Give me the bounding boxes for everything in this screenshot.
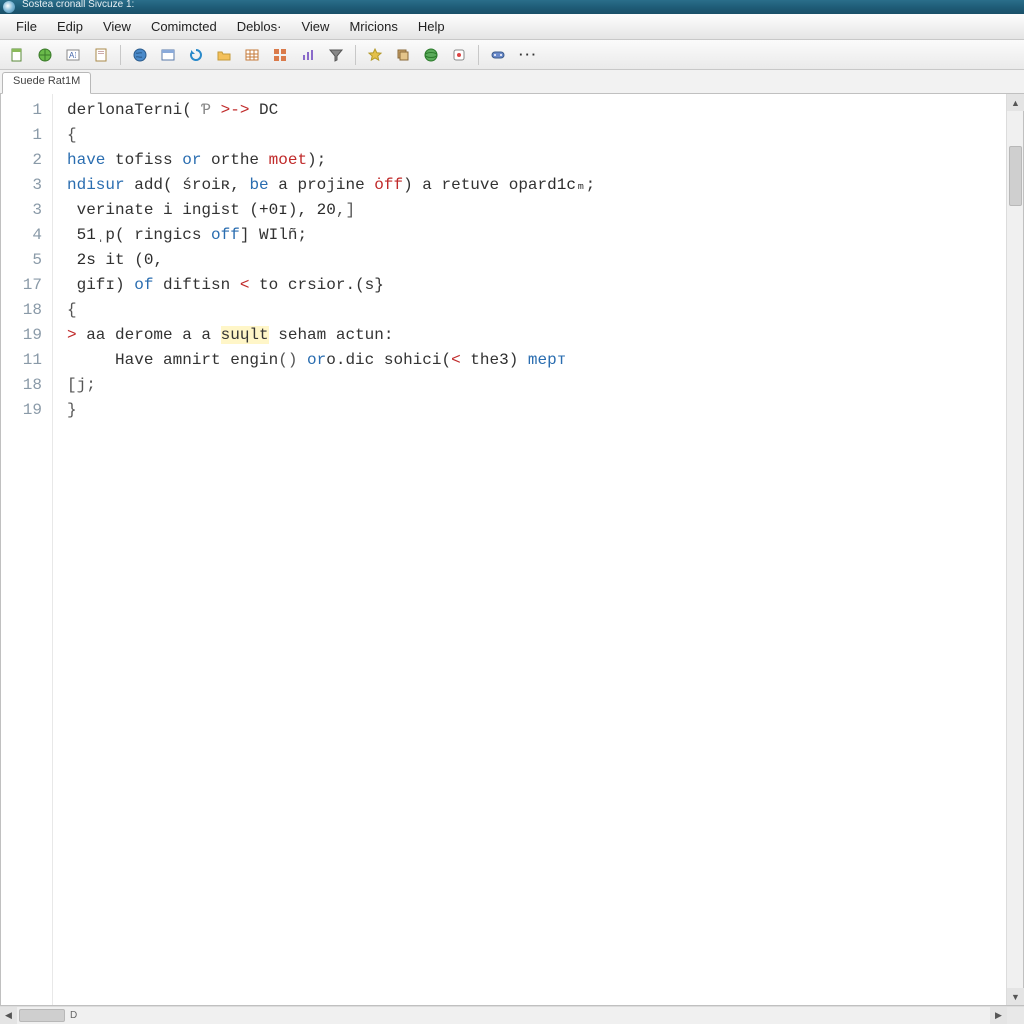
line-number: 3 xyxy=(1,198,52,223)
code-line[interactable]: Have amnirt engin() oro.dic sohici(< the… xyxy=(67,348,1006,373)
line-gutter: 1123345171819111819 xyxy=(1,94,53,1005)
earth-icon[interactable] xyxy=(420,44,442,66)
scroll-left-icon[interactable]: ◀ xyxy=(0,1007,17,1024)
tab-active[interactable]: Suede Rat1M xyxy=(2,72,91,94)
editor: 1123345171819111819 derlonaTerni( Ƥ >-> … xyxy=(0,94,1024,1006)
grid-icon[interactable] xyxy=(269,44,291,66)
vertical-scrollbar[interactable]: ▲ ▼ xyxy=(1006,94,1023,1005)
tabstrip: Suede Rat1M xyxy=(0,70,1024,94)
menu-edit[interactable]: Edip xyxy=(47,15,93,38)
globe-icon[interactable] xyxy=(34,44,56,66)
code-line[interactable]: { xyxy=(67,298,1006,323)
menu-mricions[interactable]: Mricions xyxy=(339,15,407,38)
line-number: 1 xyxy=(1,98,52,123)
star-icon[interactable] xyxy=(364,44,386,66)
line-number: 19 xyxy=(1,323,52,348)
window-icon[interactable] xyxy=(157,44,179,66)
badge-icon[interactable] xyxy=(448,44,470,66)
toolbar-separator xyxy=(355,45,356,65)
line-number: 11 xyxy=(1,348,52,373)
toolbar-separator xyxy=(120,45,121,65)
filter-icon[interactable] xyxy=(325,44,347,66)
toolbar-separator xyxy=(478,45,479,65)
scroll-thumb[interactable] xyxy=(1009,146,1022,206)
code-line[interactable]: gifɪ) of diftisn < to crsior.(s} xyxy=(67,273,1006,298)
svg-text:A⁞: A⁞ xyxy=(69,51,77,60)
toolbar-overflow[interactable]: ··· xyxy=(515,47,542,62)
menu-view[interactable]: View xyxy=(93,15,141,38)
window-title: Sostea cronall Sivcuze 1: xyxy=(22,0,134,10)
code-line[interactable]: verinate i ingist (+0ɪ), 20,] xyxy=(67,198,1006,223)
menu-file[interactable]: File xyxy=(6,15,47,38)
scroll-corner xyxy=(1007,1007,1024,1024)
stack-icon[interactable] xyxy=(392,44,414,66)
window-titlebar: Sostea cronall Sivcuze 1: xyxy=(0,0,1024,14)
menu-help[interactable]: Help xyxy=(408,15,455,38)
table-icon[interactable] xyxy=(241,44,263,66)
menu-view-2[interactable]: View xyxy=(291,15,339,38)
controller-icon[interactable] xyxy=(487,44,509,66)
code-line[interactable]: 51ˌp( ringics off] WIlñ; xyxy=(67,223,1006,248)
line-number: 18 xyxy=(1,373,52,398)
code-line[interactable]: derlonaTerni( Ƥ >-> DC xyxy=(67,98,1006,123)
new-file-icon[interactable] xyxy=(6,44,28,66)
code-line[interactable]: > aa derome a a suɥlt seham actun: xyxy=(67,323,1006,348)
line-number: 4 xyxy=(1,223,52,248)
scroll-right-icon[interactable]: ▶ xyxy=(990,1007,1007,1024)
code-line[interactable]: [j; xyxy=(67,373,1006,398)
line-number: 5 xyxy=(1,248,52,273)
menu-deblos[interactable]: Deblos· xyxy=(227,15,292,38)
code-line[interactable]: 2s it (0, xyxy=(67,248,1006,273)
line-number: 17 xyxy=(1,273,52,298)
line-number: 3 xyxy=(1,173,52,198)
doc-icon[interactable] xyxy=(90,44,112,66)
scroll-up-icon[interactable]: ▲ xyxy=(1007,94,1024,111)
refresh-icon[interactable] xyxy=(185,44,207,66)
code-line[interactable]: have tofiss or orthe moet); xyxy=(67,148,1006,173)
hscroll-mark: D xyxy=(70,1010,77,1021)
line-number: 2 xyxy=(1,148,52,173)
toolbar: A⁞ ··· xyxy=(0,40,1024,70)
hscroll-thumb[interactable] xyxy=(19,1009,65,1022)
line-number: 19 xyxy=(1,398,52,423)
code-line[interactable]: { xyxy=(67,123,1006,148)
scroll-down-icon[interactable]: ▼ xyxy=(1007,988,1024,1005)
line-number: 1 xyxy=(1,123,52,148)
chart-icon[interactable] xyxy=(297,44,319,66)
app-icon xyxy=(3,1,15,13)
line-number: 18 xyxy=(1,298,52,323)
menubar: File Edip View Comimcted Deblos· View Mr… xyxy=(0,14,1024,40)
code-line[interactable]: } xyxy=(67,398,1006,423)
horizontal-scrollbar[interactable]: ◀ D ▶ xyxy=(0,1006,1024,1024)
code-area[interactable]: derlonaTerni( Ƥ >-> DC{have tofiss or or… xyxy=(53,94,1006,1005)
folder-icon[interactable] xyxy=(213,44,235,66)
text-frame-icon[interactable]: A⁞ xyxy=(62,44,84,66)
world-icon[interactable] xyxy=(129,44,151,66)
menu-committed[interactable]: Comimcted xyxy=(141,15,227,38)
code-line[interactable]: ndisur add( śroiʀ, be a projine ȯff) a r… xyxy=(67,173,1006,198)
